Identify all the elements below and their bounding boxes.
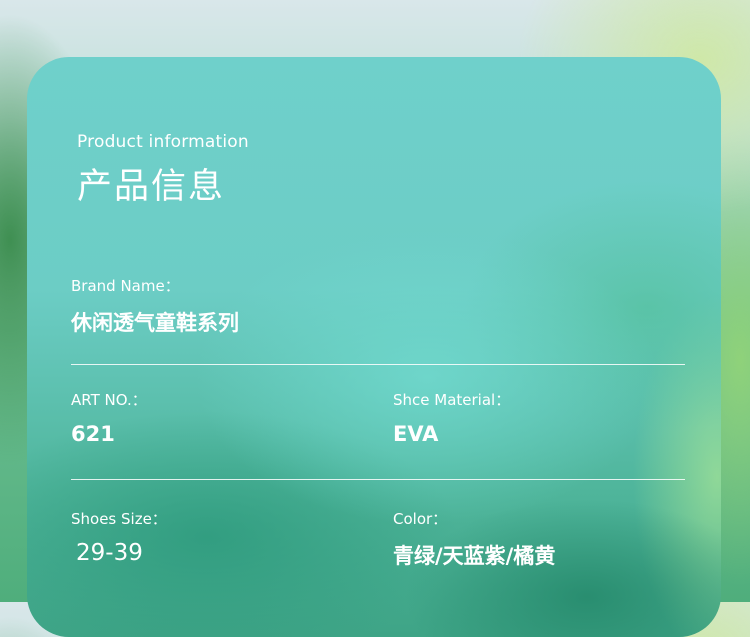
art-no-label: ART NO.： (71, 391, 147, 409)
art-no-value: 621 (71, 422, 115, 446)
product-info-card: Product information 产品信息 Brand Name： 休闲透… (27, 57, 721, 637)
divider (71, 364, 685, 365)
brand-name-value: 休闲透气童鞋系列 (71, 311, 239, 335)
divider (71, 479, 685, 480)
color-value: 青绿/天蓝紫/橘黄 (393, 544, 556, 568)
color-label: Color： (393, 510, 448, 528)
section-subtitle: Product information (77, 132, 249, 152)
brand-name-label: Brand Name： (71, 277, 180, 295)
shoe-size-label: Shoes Size： (71, 510, 167, 528)
material-label: Shce Material： (393, 391, 511, 409)
material-value: EVA (393, 422, 439, 446)
shoe-size-value: 29-39 (76, 540, 143, 566)
section-title: 产品信息 (77, 167, 226, 207)
